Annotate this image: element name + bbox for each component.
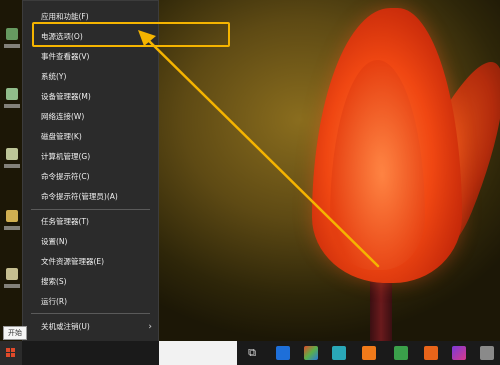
menu-item-run[interactable]: 运行(R) (23, 292, 158, 312)
app-icon-purple[interactable] (452, 346, 466, 360)
app-icon-multicolor[interactable] (304, 346, 318, 360)
app-icon-orange-2[interactable] (424, 346, 438, 360)
menu-item-command-prompt[interactable]: 命令提示符(C) (23, 167, 158, 187)
app-icon-orange[interactable] (362, 346, 376, 360)
menu-separator (31, 209, 150, 210)
start-tooltip: 开始 (3, 326, 27, 340)
menu-item-system[interactable]: 系统(Y) (23, 67, 158, 87)
menu-item-event-viewer[interactable]: 事件查看器(V) (23, 47, 158, 67)
menu-item-settings[interactable]: 设置(N) (23, 232, 158, 252)
menu-item-shutdown-signout[interactable]: 关机或注销(U) › (23, 317, 158, 337)
menu-item-device-manager[interactable]: 设备管理器(M) (23, 87, 158, 107)
menu-item-computer-management[interactable]: 计算机管理(G) (23, 147, 158, 167)
menu-item-task-manager[interactable]: 任务管理器(T) (23, 212, 158, 232)
winx-context-menu: 应用和功能(F) 电源选项(O) 事件查看器(V) 系统(Y) 设备管理器(M)… (22, 0, 159, 358)
app-icon-gray[interactable] (480, 346, 494, 360)
desktop-shortcut-icon[interactable] (6, 28, 18, 40)
menu-item-disk-management[interactable]: 磁盘管理(K) (23, 127, 158, 147)
desktop-shortcut-label (4, 164, 20, 168)
desktop-shortcut-label (4, 226, 20, 230)
menu-item-command-prompt-admin[interactable]: 命令提示符(管理员)(A) (23, 187, 158, 207)
app-icon-green[interactable] (394, 346, 408, 360)
app-icon-teal[interactable] (332, 346, 346, 360)
desktop-shortcut-label (4, 284, 20, 288)
taskbar-search-box[interactable] (159, 341, 237, 365)
annotation-highlight-box (32, 22, 230, 47)
desktop-shortcut-icon[interactable] (6, 210, 18, 222)
chevron-right-icon: › (148, 322, 152, 332)
desktop-icon-strip (0, 0, 22, 340)
menu-item-network-connections[interactable]: 网络连接(W) (23, 107, 158, 127)
menu-item-file-explorer[interactable]: 文件资源管理器(E) (23, 252, 158, 272)
menu-item-search[interactable]: 搜索(S) (23, 272, 158, 292)
app-icon-blue[interactable] (276, 346, 290, 360)
desktop-shortcut-label (4, 44, 20, 48)
menu-item-label: 关机或注销(U) (41, 322, 90, 331)
windows-logo-icon (6, 348, 16, 358)
desktop-shortcut-icon[interactable] (6, 148, 18, 160)
desktop-shortcut-icon[interactable] (6, 88, 18, 100)
desktop-shortcut-icon[interactable] (6, 268, 18, 280)
desktop-shortcut-label (4, 104, 20, 108)
menu-separator (31, 313, 150, 314)
task-view-icon[interactable]: ⧉ (245, 346, 259, 360)
